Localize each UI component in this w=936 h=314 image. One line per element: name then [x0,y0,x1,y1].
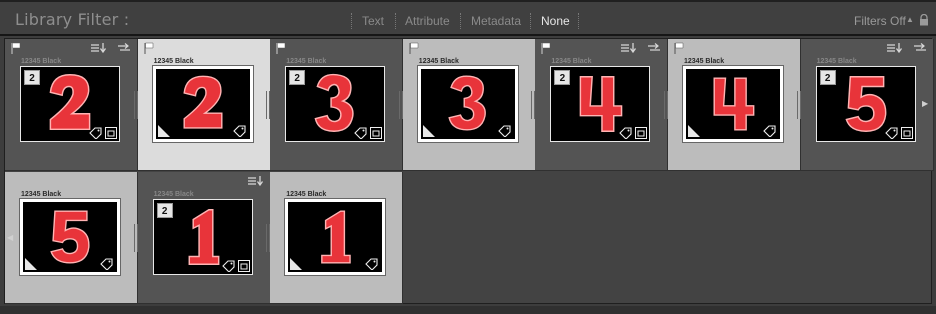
stack-count-badge[interactable]: 2 [554,70,571,85]
virtual-copy-corner-icon [290,258,303,270]
stack-grip-handle[interactable] [266,224,271,252]
filter-separator [395,13,396,29]
keyword-tag-icon[interactable] [232,125,247,137]
row-next-arrow-icon[interactable]: ▶ [922,99,928,108]
photo-thumbnail[interactable] [19,198,121,276]
keyword-tag-icon[interactable] [884,127,899,139]
filter-separator [530,13,531,29]
photo-filename: 12345 Black [21,58,62,65]
keyword-tag-icon[interactable] [365,258,379,270]
lock-icon[interactable] [919,14,929,26]
photo-filename: 12345 Black [153,58,194,65]
stack-icon[interactable] [370,127,383,139]
stack-grip-handle[interactable] [266,91,271,119]
stack-grip-handle[interactable] [398,91,403,119]
filmstrip-bottom-bar [0,306,936,314]
virtual-copy-corner-icon [157,125,170,137]
flag-icon[interactable] [144,42,154,54]
sort-icon[interactable] [621,43,637,53]
flag-icon[interactable] [409,42,419,54]
stack-grip-handle[interactable] [796,91,801,119]
stack-icon[interactable] [237,260,250,272]
photo-thumbnail[interactable]: 2 [20,66,120,142]
photo-thumbnail[interactable]: 2 [152,199,253,275]
photo-filename: 12345 Black [286,58,327,65]
filter-separator [460,13,461,29]
keyword-tag-icon[interactable] [89,127,103,139]
photo-filename: 12345 Black [418,58,459,65]
grid-cell[interactable]: 12345 Black [668,39,801,171]
keyword-tag-icon[interactable] [498,125,512,137]
photo-filename: 12345 Black [153,191,194,198]
library-filter-title: Library Filter : [15,10,130,29]
photo-thumbnail[interactable]: 2 [550,66,651,142]
stack-icon[interactable] [635,127,648,139]
virtual-copy-corner-icon [688,125,700,137]
keyword-tag-icon[interactable] [221,260,236,272]
stack-icon[interactable] [105,127,117,139]
grid-cell[interactable]: 12345 Black [402,39,536,171]
stack-grip-handle[interactable] [531,91,536,119]
grid-cell[interactable]: 12345 Black 2 [5,39,138,171]
rotate-icon[interactable] [913,43,927,53]
sort-icon[interactable] [247,176,264,186]
keyword-tag-icon[interactable] [100,258,114,270]
photo-filename: 12345 Black [684,58,725,65]
stack-count-badge[interactable]: 2 [819,70,836,85]
photo-filename: 12345 Black [21,191,62,198]
photo-grid: 12345 Black 2 12345 Black 12345 Black 2 12… [4,38,934,304]
flag-icon[interactable] [674,42,684,54]
photo-thumbnail[interactable] [151,65,254,143]
filter-separator [578,13,579,29]
grid-cell[interactable]: 12345 Black [137,39,271,171]
flag-icon[interactable] [11,42,21,54]
photo-thumbnail[interactable] [416,65,519,143]
stack-icon[interactable] [900,127,913,139]
stack-count-badge[interactable]: 2 [289,70,306,85]
stack-count-badge[interactable]: 2 [156,203,173,218]
filter-separator [351,13,352,29]
photo-filename: 12345 Black [551,58,592,65]
sort-icon[interactable] [91,43,107,53]
filters-off-dropdown[interactable]: Filters Off [854,14,906,28]
library-filter-bar: Library Filter : Text Attribute Metadata… [0,0,936,36]
rotate-icon[interactable] [647,43,661,53]
photo-thumbnail[interactable]: 2 [815,66,916,142]
photo-thumbnail[interactable] [682,65,784,143]
grid-cell[interactable]: 12345 Black 2 [535,39,669,171]
stack-count-badge[interactable]: 2 [24,70,40,85]
filter-option-metadata[interactable]: Metadata [471,14,521,28]
grid-cell[interactable]: 12345 Black 2 [800,39,934,171]
photo-thumbnail[interactable]: 2 [285,66,386,142]
keyword-tag-icon[interactable] [354,127,368,139]
filter-option-attribute[interactable]: Attribute [405,14,450,28]
filter-option-none[interactable]: None [541,14,570,28]
keyword-tag-icon[interactable] [619,127,633,139]
photo-thumbnail[interactable] [284,198,387,276]
grid-cell[interactable]: 12345 Black [5,172,138,304]
row-prev-arrow-icon[interactable]: ◀ [7,233,13,242]
photo-filename: 12345 Black [286,191,327,198]
stack-grip-handle[interactable] [664,91,668,119]
chevron-up-icon[interactable]: ▲ [906,15,914,24]
photo-filename: 12345 Black [816,58,857,65]
flag-icon[interactable] [276,42,286,54]
grid-cell[interactable]: 12345 Black 2 [137,172,271,304]
grid-cell[interactable]: 12345 Black 2 [270,39,404,171]
flag-icon[interactable] [541,42,551,54]
stack-grip-handle[interactable] [133,91,138,119]
filter-option-text[interactable]: Text [362,14,384,28]
virtual-copy-corner-icon [25,258,37,270]
stack-grip-handle[interactable] [133,224,138,252]
grid-cell[interactable]: 12345 Black [270,172,404,304]
virtual-copy-corner-icon [422,125,435,137]
rotate-icon[interactable] [117,43,131,53]
sort-icon[interactable] [886,43,903,53]
keyword-tag-icon[interactable] [763,125,777,137]
